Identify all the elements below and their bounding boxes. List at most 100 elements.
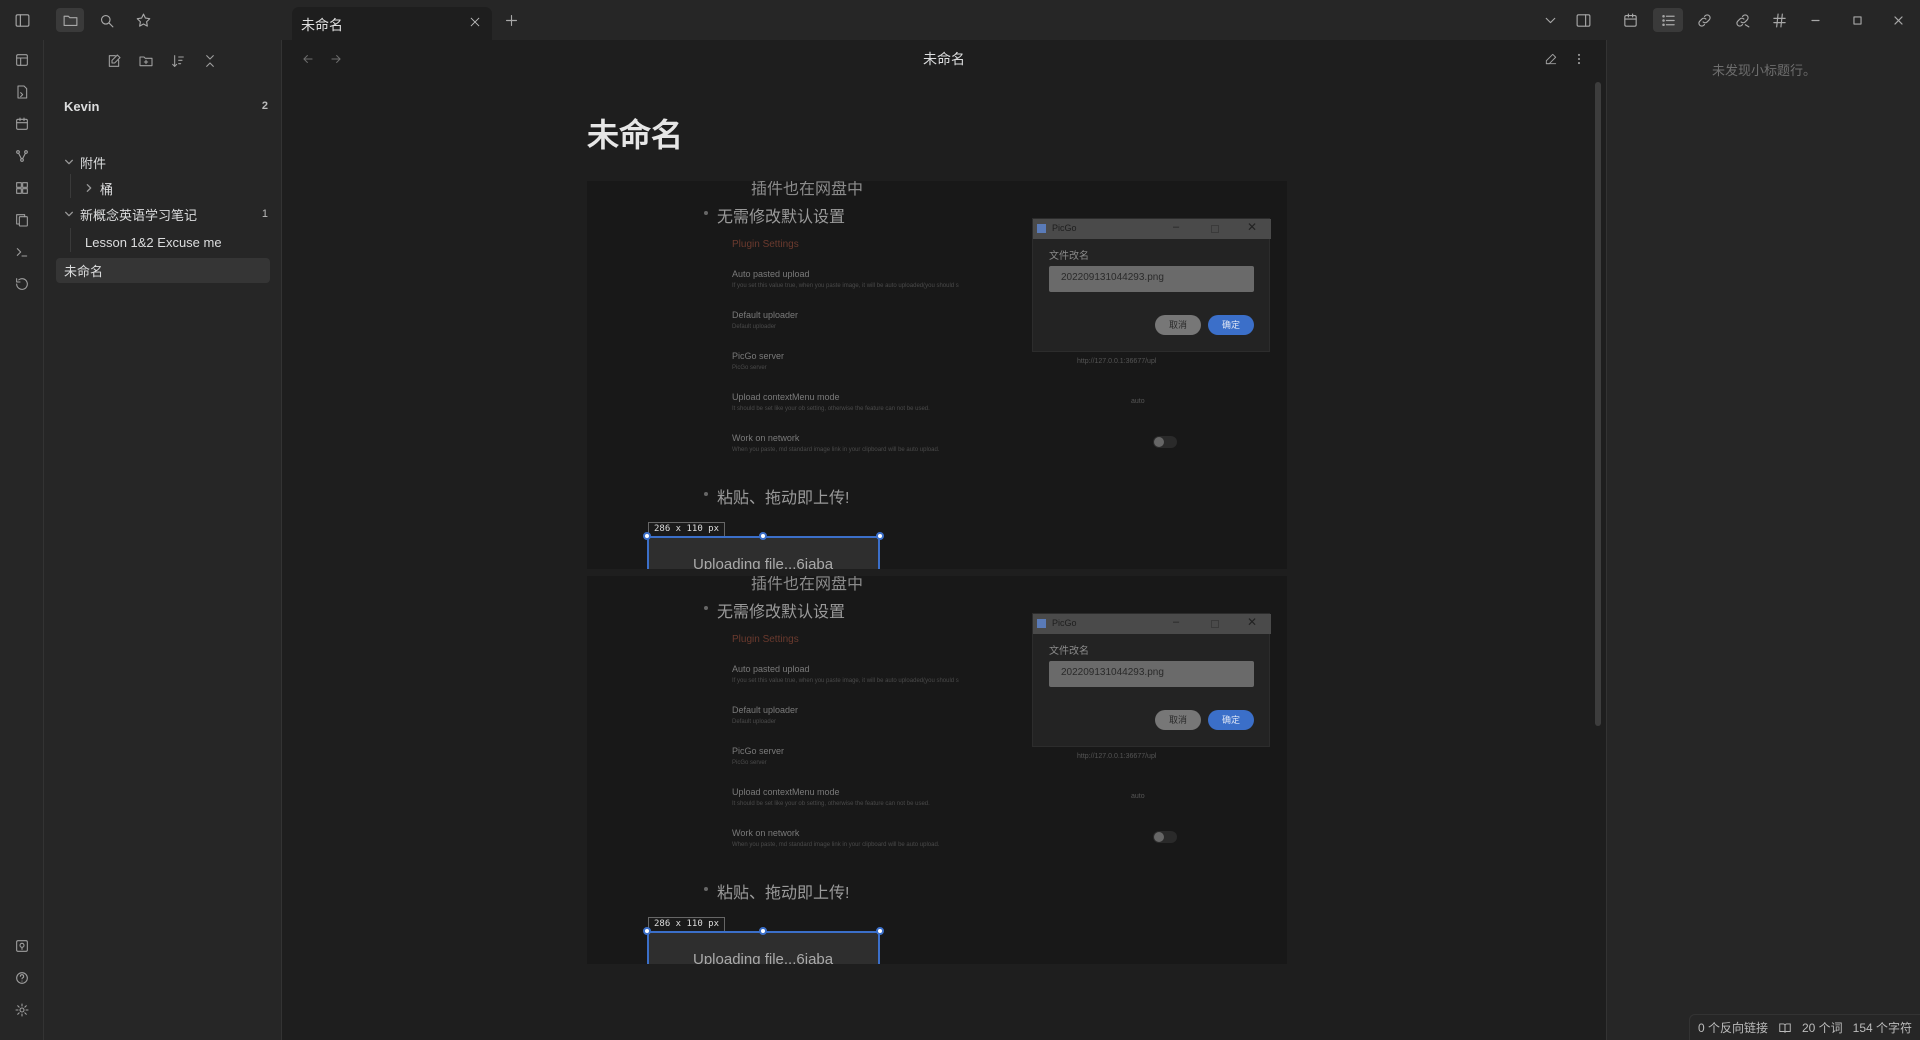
sort-order-icon[interactable] bbox=[167, 50, 189, 72]
rename-label: 文件改名 bbox=[1049, 251, 1089, 262]
toggle-right-sidebar-icon[interactable] bbox=[1571, 8, 1595, 32]
note-lesson-1-2[interactable]: Lesson 1&2 Excuse me bbox=[85, 230, 282, 254]
plugin-settings-heading: Plugin Settings bbox=[732, 239, 799, 250]
calendar-icon[interactable] bbox=[1618, 8, 1642, 32]
tab-untitled[interactable]: 未命名 bbox=[292, 7, 492, 40]
bullet-dot bbox=[704, 887, 708, 891]
embedded-image[interactable]: 插件也在网盘中 无需修改默认设置 Plugin Settings Auto pa… bbox=[587, 576, 1287, 964]
folder-note-count: 1 bbox=[261, 208, 268, 220]
image-size-tag: 286 x 110 px bbox=[648, 917, 726, 932]
setting-desc: PicGo server bbox=[732, 760, 767, 766]
embed-bullet-text: 粘贴、拖动即上传! bbox=[717, 490, 850, 507]
templates-grid-icon[interactable] bbox=[10, 176, 34, 200]
cancel-button: 取消 bbox=[1155, 710, 1201, 730]
resize-selection-box: Uploading file...6jaba bbox=[647, 536, 880, 569]
minimize-icon: – bbox=[1173, 616, 1180, 628]
vault-switcher-icon[interactable] bbox=[10, 934, 34, 958]
outline-empty-message: 未发现小标题行。 bbox=[1711, 63, 1816, 78]
editor-scrollbar[interactable] bbox=[1595, 82, 1601, 726]
new-note-icon[interactable] bbox=[103, 50, 125, 72]
open-quick-switcher-icon[interactable] bbox=[10, 80, 34, 104]
server-url: http://127.0.0.1:36677/upl bbox=[1077, 753, 1157, 760]
resize-handle bbox=[759, 532, 767, 540]
close-icon: ✕ bbox=[1247, 220, 1258, 234]
edit-pencil-icon[interactable] bbox=[1540, 48, 1562, 70]
bullet-dot bbox=[704, 211, 708, 215]
tab-list-chevron-down-icon[interactable] bbox=[1538, 8, 1562, 32]
setting-desc: If you set this value true, when you pas… bbox=[732, 283, 959, 289]
folder-new-concept-english[interactable]: 新概念英语学习笔记 1 bbox=[64, 202, 282, 226]
chevron-down-icon bbox=[64, 209, 78, 219]
folder-attachments[interactable]: 附件 bbox=[64, 150, 282, 174]
setting-label: Auto pasted upload bbox=[732, 664, 810, 674]
tree-indent-guide bbox=[70, 228, 71, 252]
files-folder-icon[interactable] bbox=[56, 8, 84, 32]
outgoing-links-icon[interactable] bbox=[1730, 8, 1754, 32]
window-maximize-icon[interactable] bbox=[1845, 8, 1869, 32]
tags-hash-icon[interactable] bbox=[1767, 8, 1791, 32]
daily-note-calendar-icon[interactable] bbox=[10, 112, 34, 136]
toggle-left-sidebar-icon[interactable] bbox=[10, 8, 34, 32]
resize-selection-box: Uploading file...6jaba bbox=[647, 931, 880, 964]
resize-handle bbox=[643, 532, 651, 540]
picgo-title: PicGo bbox=[1052, 618, 1077, 628]
vault-note-count: 2 bbox=[261, 100, 268, 112]
collapse-all-icon[interactable] bbox=[199, 50, 221, 72]
note-untitled-active[interactable]: 未命名 bbox=[56, 258, 270, 283]
setting-desc: It should be set like your ob setting, o… bbox=[732, 801, 930, 807]
outline-sidebar: 未发现小标题行。 bbox=[1606, 40, 1920, 1040]
setting-label: Work on network bbox=[732, 433, 800, 443]
setting-label: Work on network bbox=[732, 828, 800, 838]
help-icon[interactable] bbox=[10, 966, 34, 990]
history-undo-icon[interactable] bbox=[10, 272, 34, 296]
bookmark-star-icon[interactable] bbox=[131, 8, 155, 32]
backlinks-icon[interactable] bbox=[1692, 8, 1716, 32]
confirm-button: 确定 bbox=[1208, 710, 1254, 730]
server-url: http://127.0.0.1:36677/upl bbox=[1077, 358, 1157, 365]
picgo-titlebar: PicGo – ✕ bbox=[1033, 614, 1271, 634]
more-options-icon[interactable] bbox=[1568, 48, 1590, 70]
confirm-button: 确定 bbox=[1208, 315, 1254, 335]
rename-label: 文件改名 bbox=[1049, 646, 1089, 657]
folder-label: 新概念英语学习笔记 bbox=[80, 207, 198, 223]
settings-gear-icon[interactable] bbox=[10, 998, 34, 1022]
close-icon[interactable] bbox=[468, 15, 484, 31]
chevron-right-icon bbox=[84, 183, 98, 193]
graph-view-icon[interactable] bbox=[10, 144, 34, 168]
command-palette-terminal-icon[interactable] bbox=[10, 240, 34, 264]
canvas-layout-icon[interactable] bbox=[10, 48, 34, 72]
setting-label: Auto pasted upload bbox=[732, 269, 810, 279]
setting-label: Upload contextMenu mode bbox=[732, 392, 840, 402]
setting-desc: Default uploader bbox=[732, 719, 777, 725]
network-toggle bbox=[1153, 436, 1177, 448]
embed-bullet-text: 粘贴、拖动即上传! bbox=[717, 885, 850, 902]
new-tab-plus-icon[interactable] bbox=[499, 8, 523, 32]
setting-label: Upload contextMenu mode bbox=[732, 787, 840, 797]
new-folder-icon[interactable] bbox=[135, 50, 157, 72]
window-minimize-icon[interactable] bbox=[1803, 8, 1827, 32]
filename-input: 202209131044293.png bbox=[1049, 661, 1254, 687]
outline-list-icon[interactable] bbox=[1653, 8, 1683, 32]
folder-label: 附件 bbox=[80, 155, 107, 171]
vault-root[interactable]: Kevin 2 bbox=[64, 94, 282, 118]
cancel-button: 取消 bbox=[1155, 315, 1201, 335]
folder-bucket[interactable]: 桶 bbox=[84, 176, 282, 200]
ribbon bbox=[0, 40, 44, 1040]
resize-handle bbox=[876, 532, 884, 540]
word-count: 20 个词 bbox=[1801, 1021, 1843, 1035]
window-close-icon[interactable] bbox=[1886, 8, 1910, 32]
title-bar: 未命名 bbox=[0, 0, 1920, 40]
search-icon[interactable] bbox=[94, 8, 118, 32]
tree-indent-guide bbox=[70, 174, 71, 198]
reading-mode-book-icon[interactable] bbox=[1778, 1021, 1792, 1035]
close-icon: ✕ bbox=[1247, 615, 1258, 629]
backlinks-count[interactable]: 0 个反向链接 bbox=[1698, 1019, 1768, 1036]
note-label: 未命名 bbox=[64, 264, 104, 279]
tab-label: 未命名 bbox=[301, 17, 343, 33]
embedded-image[interactable]: 插件也在网盘中 无需修改默认设置 Plugin Settings Auto pa… bbox=[587, 181, 1287, 569]
mode-select-value: auto bbox=[1131, 398, 1145, 405]
document-title[interactable]: 未命名 bbox=[587, 110, 683, 156]
copy-files-icon[interactable] bbox=[10, 208, 34, 232]
embed-bullet-text: 无需修改默认设置 bbox=[717, 209, 846, 226]
file-explorer: Kevin 2 附件 桶 新概念英语学习笔记 1 Lesson 1&2 Excu… bbox=[44, 40, 282, 1040]
